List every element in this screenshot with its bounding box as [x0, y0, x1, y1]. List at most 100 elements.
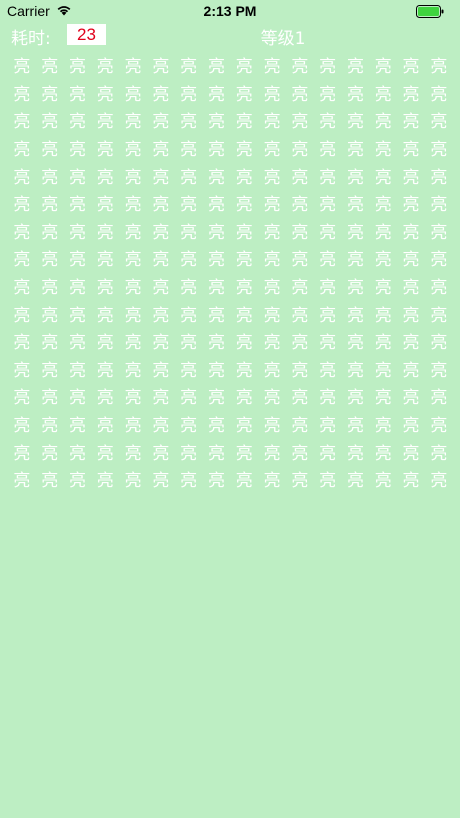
- grid-cell[interactable]: 亮: [369, 440, 397, 468]
- grid-cell[interactable]: 亮: [147, 109, 175, 137]
- grid-cell[interactable]: 亮: [147, 220, 175, 248]
- grid-cell[interactable]: 亮: [175, 440, 203, 468]
- grid-cell[interactable]: 亮: [147, 82, 175, 110]
- grid-cell[interactable]: 亮: [425, 220, 453, 248]
- grid-cell[interactable]: 亮: [203, 220, 231, 248]
- grid-cell[interactable]: 亮: [425, 413, 453, 441]
- grid-cell[interactable]: 亮: [286, 220, 314, 248]
- grid-cell[interactable]: 亮: [8, 247, 36, 275]
- grid-cell[interactable]: 亮: [147, 468, 175, 496]
- grid-cell[interactable]: 亮: [147, 247, 175, 275]
- grid-cell[interactable]: 亮: [342, 164, 370, 192]
- grid-cell[interactable]: 亮: [175, 82, 203, 110]
- grid-cell[interactable]: 亮: [119, 275, 147, 303]
- grid-cell[interactable]: 亮: [91, 247, 119, 275]
- grid-cell[interactable]: 亮: [8, 164, 36, 192]
- grid-cell[interactable]: 亮: [203, 385, 231, 413]
- grid-cell[interactable]: 亮: [8, 330, 36, 358]
- grid-cell[interactable]: 亮: [369, 192, 397, 220]
- grid-cell[interactable]: 亮: [314, 220, 342, 248]
- grid-cell[interactable]: 亮: [203, 330, 231, 358]
- grid-cell[interactable]: 亮: [425, 358, 453, 386]
- grid-cell[interactable]: 亮: [36, 109, 64, 137]
- grid-cell[interactable]: 亮: [369, 468, 397, 496]
- grid-cell[interactable]: 亮: [64, 137, 92, 165]
- grid-cell[interactable]: 亮: [91, 164, 119, 192]
- grid-cell[interactable]: 亮: [8, 440, 36, 468]
- grid-cell[interactable]: 亮: [369, 413, 397, 441]
- grid-cell[interactable]: 亮: [397, 440, 425, 468]
- grid-cell[interactable]: 亮: [397, 54, 425, 82]
- grid-cell[interactable]: 亮: [369, 164, 397, 192]
- grid-cell[interactable]: 亮: [230, 468, 258, 496]
- grid-cell[interactable]: 亮: [425, 137, 453, 165]
- grid-cell[interactable]: 亮: [230, 109, 258, 137]
- grid-cell[interactable]: 亮: [230, 82, 258, 110]
- grid-cell[interactable]: 亮: [64, 109, 92, 137]
- grid-cell[interactable]: 亮: [36, 440, 64, 468]
- grid-cell[interactable]: 亮: [175, 192, 203, 220]
- grid-cell[interactable]: 亮: [425, 192, 453, 220]
- grid-cell[interactable]: 亮: [369, 82, 397, 110]
- grid-cell[interactable]: 亮: [397, 220, 425, 248]
- grid-cell[interactable]: 亮: [147, 164, 175, 192]
- grid-cell[interactable]: 亮: [36, 192, 64, 220]
- grid-cell[interactable]: 亮: [8, 413, 36, 441]
- grid-cell[interactable]: 亮: [36, 54, 64, 82]
- grid-cell[interactable]: 亮: [425, 109, 453, 137]
- grid-cell[interactable]: 亮: [230, 440, 258, 468]
- grid-cell[interactable]: 亮: [64, 82, 92, 110]
- grid-cell[interactable]: 亮: [369, 247, 397, 275]
- grid-cell[interactable]: 亮: [397, 247, 425, 275]
- grid-cell[interactable]: 亮: [36, 137, 64, 165]
- grid-cell[interactable]: 亮: [314, 413, 342, 441]
- grid-cell[interactable]: 亮: [397, 413, 425, 441]
- grid-cell[interactable]: 亮: [119, 247, 147, 275]
- grid-cell[interactable]: 亮: [8, 302, 36, 330]
- grid-cell[interactable]: 亮: [258, 330, 286, 358]
- grid-cell[interactable]: 亮: [230, 275, 258, 303]
- grid-cell[interactable]: 亮: [8, 385, 36, 413]
- grid-cell[interactable]: 亮: [342, 54, 370, 82]
- grid-cell[interactable]: 亮: [369, 302, 397, 330]
- grid-cell[interactable]: 亮: [147, 137, 175, 165]
- grid-cell[interactable]: 亮: [91, 54, 119, 82]
- grid-cell[interactable]: 亮: [286, 302, 314, 330]
- grid-cell[interactable]: 亮: [8, 192, 36, 220]
- grid-cell[interactable]: 亮: [342, 302, 370, 330]
- grid-cell[interactable]: 亮: [369, 385, 397, 413]
- grid-cell[interactable]: 亮: [119, 358, 147, 386]
- grid-cell[interactable]: 亮: [286, 137, 314, 165]
- grid-cell[interactable]: 亮: [119, 330, 147, 358]
- grid-cell[interactable]: 亮: [119, 137, 147, 165]
- grid-cell[interactable]: 亮: [203, 137, 231, 165]
- grid-cell[interactable]: 亮: [258, 82, 286, 110]
- grid-cell[interactable]: 亮: [175, 468, 203, 496]
- grid-cell[interactable]: 亮: [258, 54, 286, 82]
- grid-cell[interactable]: 亮: [91, 220, 119, 248]
- grid-cell[interactable]: 亮: [175, 358, 203, 386]
- grid-cell[interactable]: 亮: [369, 54, 397, 82]
- grid-cell[interactable]: 亮: [119, 54, 147, 82]
- grid-cell[interactable]: 亮: [8, 275, 36, 303]
- grid-cell[interactable]: 亮: [203, 440, 231, 468]
- grid-cell[interactable]: 亮: [36, 220, 64, 248]
- grid-cell[interactable]: 亮: [342, 82, 370, 110]
- grid-cell[interactable]: 亮: [36, 275, 64, 303]
- grid-cell[interactable]: 亮: [147, 275, 175, 303]
- grid-cell[interactable]: 亮: [91, 330, 119, 358]
- grid-cell[interactable]: 亮: [119, 109, 147, 137]
- grid-cell[interactable]: 亮: [286, 247, 314, 275]
- grid-cell[interactable]: 亮: [258, 440, 286, 468]
- grid-cell[interactable]: 亮: [175, 137, 203, 165]
- grid-cell[interactable]: 亮: [91, 137, 119, 165]
- grid-cell[interactable]: 亮: [119, 82, 147, 110]
- grid-cell[interactable]: 亮: [258, 413, 286, 441]
- grid-cell[interactable]: 亮: [342, 275, 370, 303]
- grid-cell[interactable]: 亮: [397, 82, 425, 110]
- grid-cell[interactable]: 亮: [230, 137, 258, 165]
- grid-cell[interactable]: 亮: [203, 192, 231, 220]
- grid-cell[interactable]: 亮: [425, 468, 453, 496]
- grid-cell[interactable]: 亮: [314, 330, 342, 358]
- grid-cell[interactable]: 亮: [230, 247, 258, 275]
